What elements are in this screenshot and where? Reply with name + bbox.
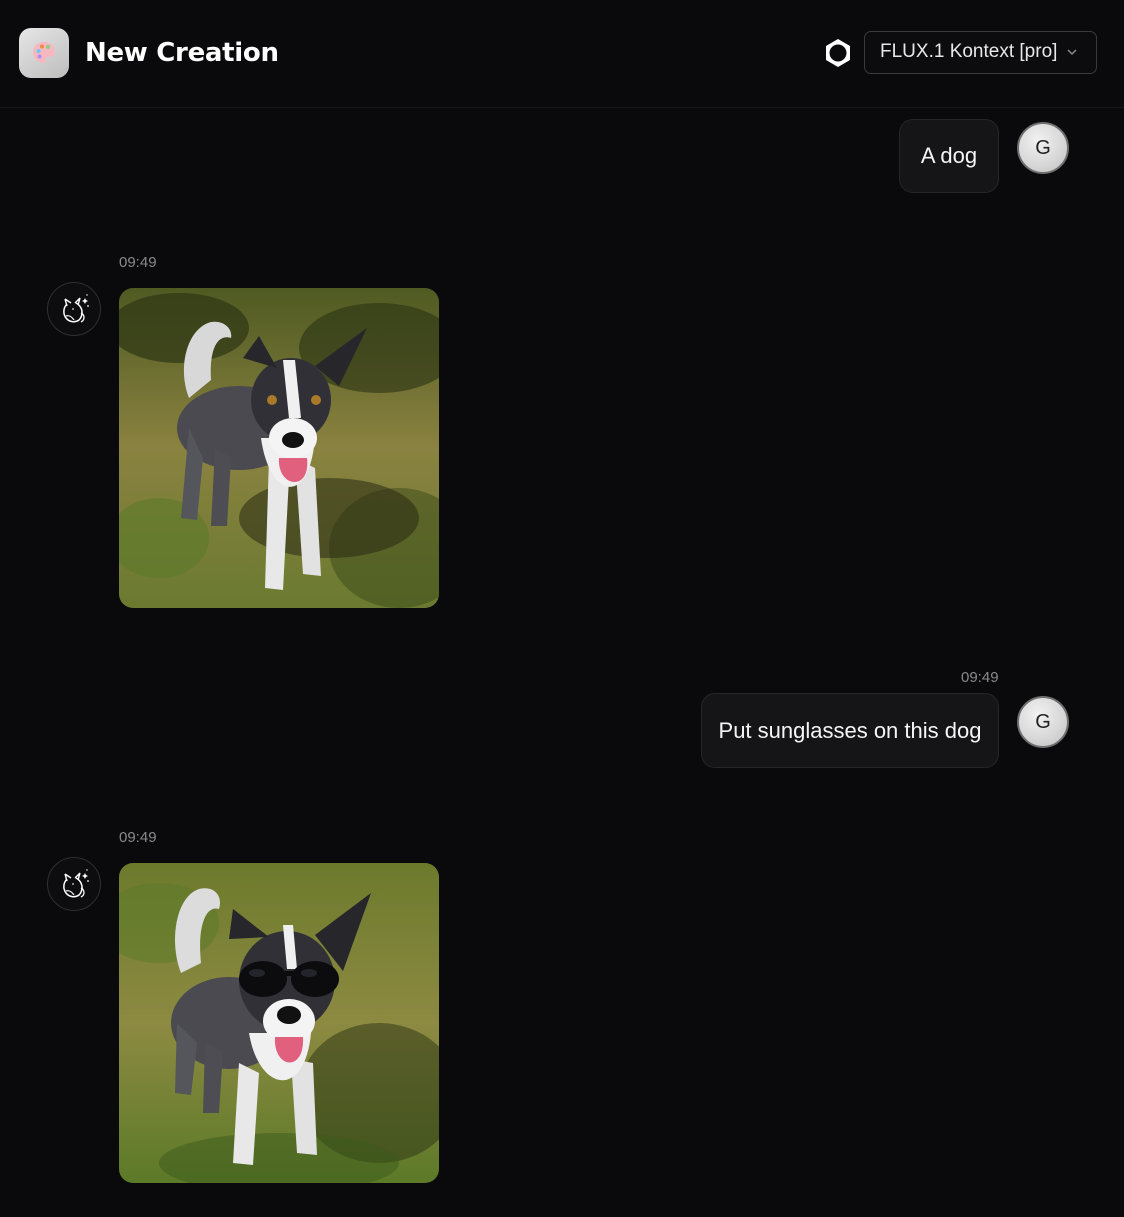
model-select[interactable]: FLUX.1 Kontext [pro] bbox=[864, 31, 1097, 74]
assistant-avatar bbox=[47, 282, 101, 336]
message-timestamp: 09:49 bbox=[119, 829, 157, 846]
avatar-letter: G bbox=[1035, 136, 1051, 159]
top-bar: New Creation FLUX.1 Kontext [pro] bbox=[0, 0, 1124, 108]
user-message-bubble: A dog bbox=[899, 119, 999, 193]
user-avatar[interactable]: G bbox=[1017, 122, 1069, 174]
cat-logo-icon bbox=[63, 869, 89, 898]
message-timestamp: 09:49 bbox=[961, 669, 999, 686]
user-avatar[interactable]: G bbox=[1017, 696, 1069, 748]
gear-icon[interactable] bbox=[821, 36, 855, 70]
chevron-down-icon bbox=[1067, 49, 1077, 56]
page-title: New Creation bbox=[85, 38, 279, 68]
user-message-bubble: Put sunglasses on this dog bbox=[701, 693, 999, 768]
user-message-text: Put sunglasses on this dog bbox=[718, 717, 982, 743]
avatar-letter: G bbox=[1035, 710, 1051, 733]
message-timestamp: 09:49 bbox=[119, 254, 157, 271]
assistant-avatar bbox=[47, 857, 101, 911]
user-message-text: A dog bbox=[920, 143, 978, 168]
cat-logo-icon bbox=[63, 294, 89, 323]
model-select-value: FLUX.1 Kontext [pro] bbox=[880, 41, 1058, 62]
generated-image[interactable] bbox=[119, 863, 439, 1183]
generated-image[interactable] bbox=[119, 288, 439, 608]
palette-icon[interactable] bbox=[19, 28, 69, 78]
